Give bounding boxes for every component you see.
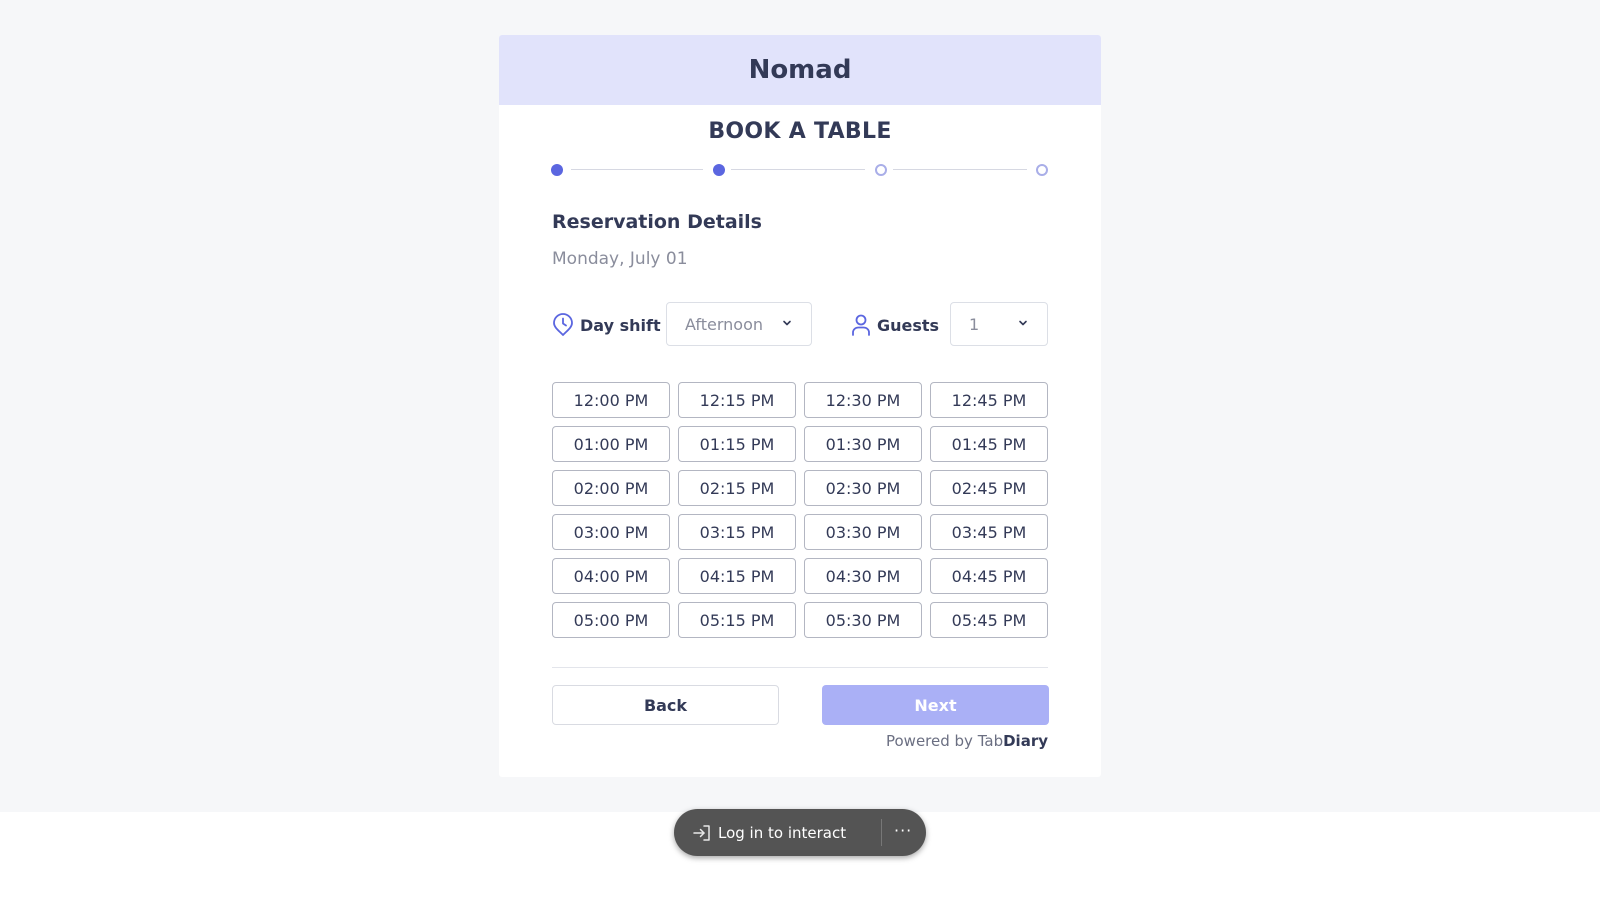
- powered-by-prefix: Powered by: [885, 732, 978, 750]
- next-button[interactable]: Next: [822, 685, 1049, 725]
- chevron-down-icon: [1017, 317, 1029, 329]
- guests-select[interactable]: 1: [950, 302, 1048, 346]
- clock-pin-icon: [552, 313, 574, 337]
- section-title: Reservation Details: [552, 211, 762, 233]
- time-slot-button[interactable]: 03:00 PM: [552, 514, 670, 550]
- guests-label: Guests: [851, 302, 939, 348]
- step-connector: [893, 169, 1027, 170]
- time-slot-button[interactable]: 05:30 PM: [804, 602, 922, 638]
- progress-stepper: [551, 163, 1048, 177]
- reservation-controls: Day shift Afternoon Guests 1: [552, 302, 1048, 348]
- time-slot-button[interactable]: 03:15 PM: [678, 514, 796, 550]
- time-slot-button[interactable]: 05:15 PM: [678, 602, 796, 638]
- time-slot-button[interactable]: 04:00 PM: [552, 558, 670, 594]
- guests-label-text: Guests: [877, 315, 940, 335]
- time-slot-button[interactable]: 12:45 PM: [930, 382, 1048, 418]
- back-button[interactable]: Back: [552, 685, 779, 725]
- time-slot-button[interactable]: 02:45 PM: [930, 470, 1048, 506]
- time-slot-button[interactable]: 02:30 PM: [804, 470, 922, 506]
- booking-card: Nomad BOOK A TABLE Reservation Details M…: [499, 35, 1101, 777]
- time-slot-grid: 12:00 PM 12:15 PM 12:30 PM 12:45 PM 01:00 PM…: [552, 382, 1048, 638]
- day-shift-value: Afternoon: [685, 314, 763, 334]
- time-slot-button[interactable]: 05:45 PM: [930, 602, 1048, 638]
- powered-by: Powered by TabDiary: [886, 732, 1048, 750]
- time-slot-button[interactable]: 01:30 PM: [804, 426, 922, 462]
- time-slot-button[interactable]: 03:45 PM: [930, 514, 1048, 550]
- day-shift-select[interactable]: Afternoon: [666, 302, 812, 346]
- step-4-dot: [1036, 164, 1048, 176]
- step-1-dot: [551, 164, 563, 176]
- separator: [881, 819, 882, 846]
- login-icon: [692, 824, 712, 842]
- time-slot-button[interactable]: 03:30 PM: [804, 514, 922, 550]
- restaurant-name: Nomad: [748, 55, 852, 85]
- divider: [552, 667, 1048, 668]
- step-3-dot: [875, 164, 887, 176]
- person-icon: [851, 313, 871, 337]
- time-slot-button[interactable]: 04:45 PM: [930, 558, 1048, 594]
- brand-bold: Diary: [1003, 732, 1048, 750]
- more-options-icon[interactable]: ···: [894, 821, 912, 840]
- time-slot-button[interactable]: 01:15 PM: [678, 426, 796, 462]
- reservation-date: Monday, July 01: [552, 249, 688, 269]
- time-slot-button[interactable]: 04:15 PM: [678, 558, 796, 594]
- login-label[interactable]: Log in to interact: [718, 824, 846, 842]
- time-slot-button[interactable]: 04:30 PM: [804, 558, 922, 594]
- time-slot-button[interactable]: 01:45 PM: [930, 426, 1048, 462]
- time-slot-button[interactable]: 12:30 PM: [804, 382, 922, 418]
- time-slot-button[interactable]: 12:15 PM: [678, 382, 796, 418]
- step-connector: [731, 169, 865, 170]
- time-slot-button[interactable]: 02:00 PM: [552, 470, 670, 506]
- day-shift-label: Day shift: [552, 302, 661, 348]
- booking-title: BOOK A TABLE: [708, 119, 892, 144]
- time-slot-button[interactable]: 12:00 PM: [552, 382, 670, 418]
- time-slot-button[interactable]: 02:15 PM: [678, 470, 796, 506]
- chevron-down-icon: [781, 317, 793, 329]
- guests-value: 1: [969, 314, 980, 334]
- login-bar[interactable]: Log in to interact ···: [674, 809, 926, 856]
- time-slot-button[interactable]: 01:00 PM: [552, 426, 670, 462]
- restaurant-header: Nomad: [499, 35, 1101, 105]
- brand-light: Tab: [977, 732, 1004, 750]
- day-shift-label-text: Day shift: [580, 315, 661, 335]
- step-2-dot: [713, 164, 725, 176]
- time-slot-button[interactable]: 05:00 PM: [552, 602, 670, 638]
- step-connector: [571, 169, 703, 170]
